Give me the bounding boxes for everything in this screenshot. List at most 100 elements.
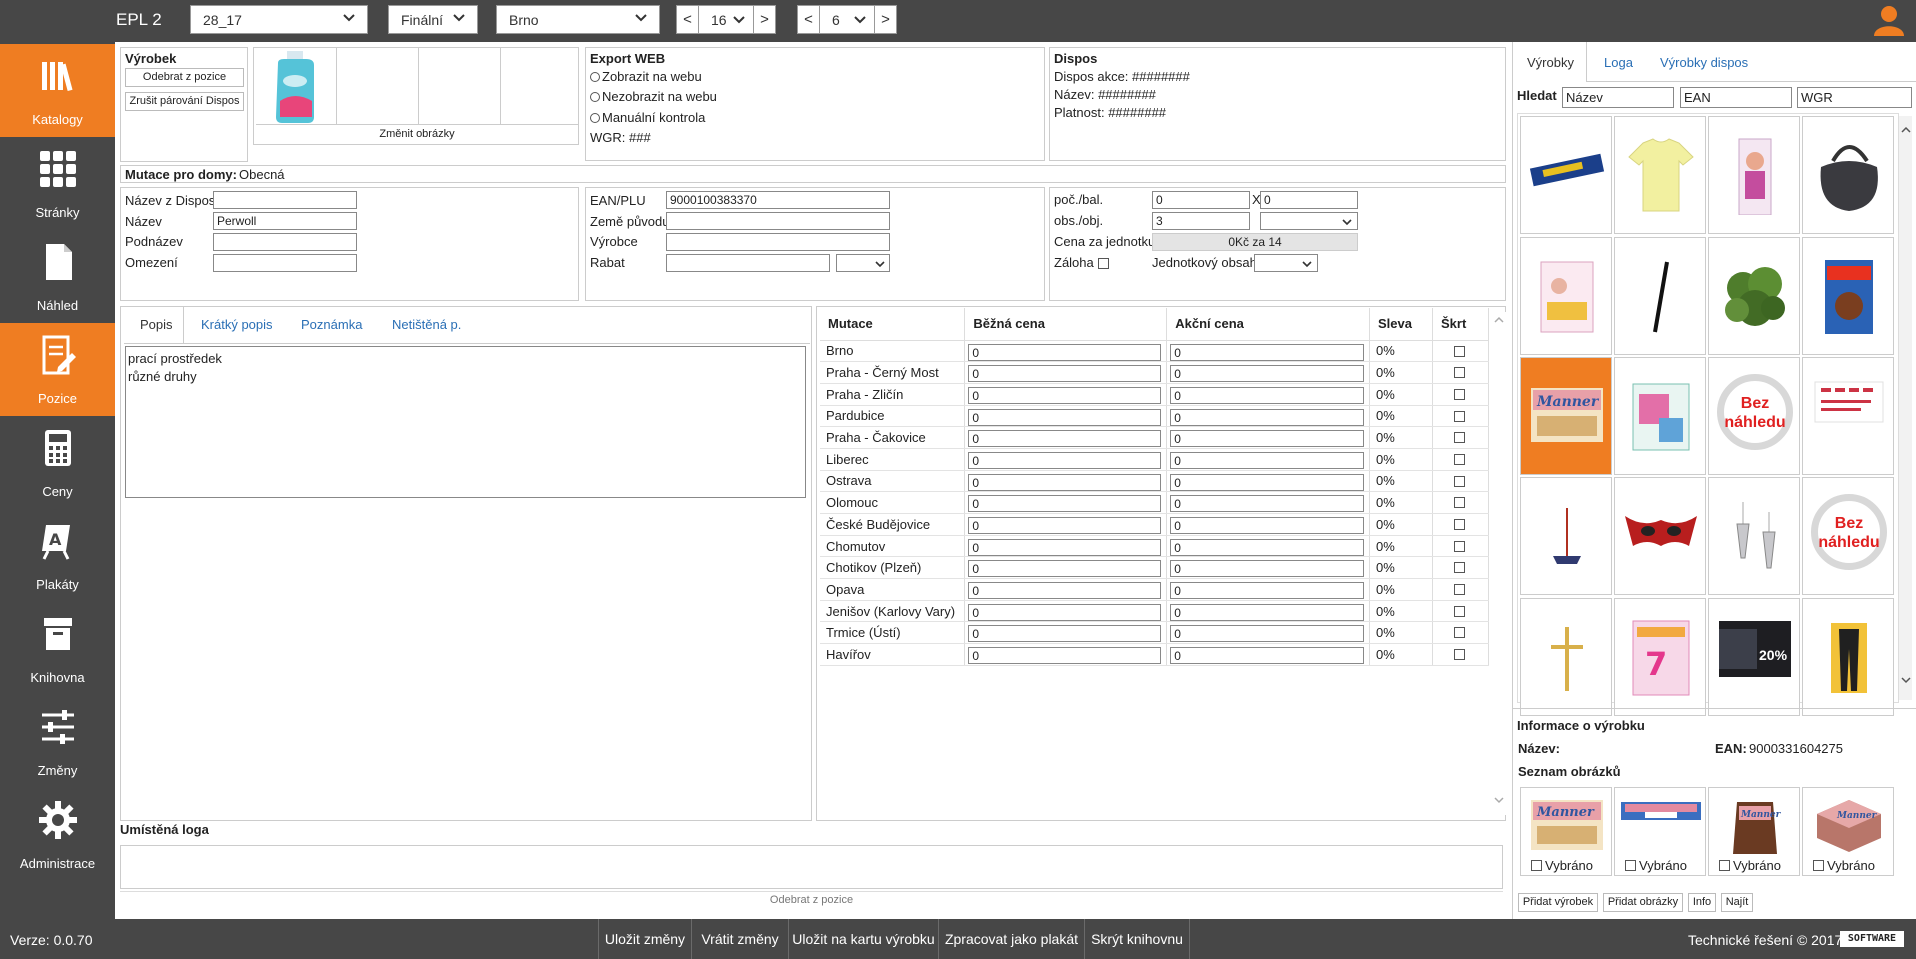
regular-price-input[interactable]: 0 [968,517,1162,534]
regular-price-input[interactable]: 0 [968,582,1162,600]
change-images-button[interactable]: Změnit obrázky [256,124,578,144]
info-button[interactable]: Info [1688,893,1716,912]
tab-loga[interactable]: Loga [1604,55,1633,70]
remove-from-position-button[interactable]: Odebrat z pozice [125,68,244,87]
image-selected-checkbox[interactable]: Vybráno [1531,858,1593,873]
product-grid-item[interactable] [1614,477,1706,595]
regular-price-input[interactable]: 0 [968,430,1162,448]
save-to-product-card-button[interactable]: Uložit na kartu výrobku [788,919,938,959]
pcs-per-pack-input[interactable]: 0 [1152,191,1250,209]
page-prev-button[interactable]: < [676,5,699,34]
position-next-button[interactable]: > [874,5,897,34]
tab-netistena[interactable]: Netištěná p. [392,317,461,332]
state-select[interactable]: Finální [388,5,478,34]
user-icon[interactable] [1872,3,1906,37]
image-list-item[interactable]: Manner Vybráno [1520,787,1612,876]
strike-checkbox[interactable] [1454,410,1465,422]
product-grid-item[interactable] [1802,598,1894,716]
search-ean-input[interactable]: EAN [1680,87,1792,108]
sidebar-item-administrace[interactable]: Administrace [0,788,115,881]
origin-input[interactable] [666,212,890,230]
action-price-input[interactable]: 0 [1170,451,1365,469]
search-wgr-input[interactable]: WGR [1797,87,1912,108]
product-image-slot[interactable] [420,48,501,124]
regular-price-input[interactable]: 0 [968,495,1162,513]
prices-scrollbar[interactable] [1492,312,1506,815]
image-list-item[interactable]: Vybráno [1614,787,1706,876]
sidebar-item-pozice[interactable]: Pozice [0,323,115,416]
remove-logo-button[interactable]: Odebrat z pozice [120,891,1503,906]
cancel-dispos-pairing-button[interactable]: Zrušit párování Dispos [125,92,244,111]
action-price-input[interactable]: 0 [1170,343,1365,361]
product-grid-item[interactable] [1520,116,1612,234]
regular-price-input[interactable]: 0 [968,603,1162,621]
action-price-input[interactable]: 0 [1170,560,1365,578]
sidebar-item-katalogy[interactable]: Katalogy [0,44,115,137]
regular-price-input[interactable]: 0 [968,560,1162,578]
strike-checkbox[interactable] [1454,540,1465,552]
ean-input[interactable]: 9000100383370 [666,191,890,209]
unit-content-select[interactable] [1254,254,1318,272]
regular-price-input[interactable]: 0 [968,473,1162,491]
product-grid-scrollbar[interactable] [1898,116,1912,700]
hide-library-button[interactable]: Skrýt knihovnu [1084,919,1190,959]
product-image-slot[interactable] [256,48,337,124]
action-price-input[interactable]: 0 [1170,582,1365,600]
regular-price-input[interactable]: 0 [968,625,1162,643]
product-grid-item[interactable]: 20% [1708,598,1800,716]
manual-check-radio[interactable]: Manuální kontrola [590,110,705,125]
product-grid-item[interactable]: Bez náhledu [1802,477,1894,595]
regular-price-input[interactable]: 0 [968,538,1162,556]
hide-on-web-radio[interactable]: Nezobrazit na webu [590,89,717,104]
action-price-input[interactable]: 0 [1170,517,1365,534]
revert-changes-button[interactable]: Vrátit změny [691,919,788,959]
regular-price-input[interactable]: 0 [968,386,1162,404]
volume-unit-select[interactable] [1260,212,1358,230]
action-price-input[interactable]: 0 [1170,365,1365,383]
action-price-input[interactable]: 0 [1170,495,1365,513]
strike-checkbox[interactable] [1454,497,1465,509]
image-selected-checkbox[interactable]: Vybráno [1625,858,1687,873]
strike-checkbox[interactable] [1454,475,1465,487]
action-price-input[interactable]: 0 [1170,473,1365,491]
regular-price-input[interactable]: 0 [968,408,1162,426]
action-price-input[interactable]: 0 [1170,408,1365,426]
product-image-slot[interactable] [502,48,580,124]
deposit-checkbox[interactable] [1098,258,1109,269]
catalog-select[interactable]: 28_17 [190,5,368,34]
product-image-slot[interactable] [338,48,419,124]
product-grid-item-selected[interactable]: Manner [1520,357,1612,475]
image-selected-checkbox[interactable]: Vybráno [1813,858,1875,873]
tab-poznamka[interactable]: Poznámka [301,317,362,332]
discount-select[interactable] [836,254,890,272]
product-grid-item[interactable]: Bez náhledu [1708,357,1800,475]
sidebar-item-stranky[interactable]: Stránky [0,137,115,230]
action-price-input[interactable]: 0 [1170,430,1365,448]
strike-checkbox[interactable] [1454,562,1465,574]
image-selected-checkbox[interactable]: Vybráno [1719,858,1781,873]
limit-input[interactable] [213,254,357,272]
pcs-per-pack-input-2[interactable]: 0 [1260,191,1358,209]
strike-checkbox[interactable] [1454,649,1465,661]
find-button[interactable]: Najít [1721,893,1753,912]
action-price-input[interactable]: 0 [1170,538,1365,556]
product-grid-item[interactable]: 7 [1614,598,1706,716]
tab-vyrobky-dispos[interactable]: Výrobky dispos [1660,55,1748,70]
product-grid-item[interactable] [1708,237,1800,355]
product-grid-item[interactable] [1614,116,1706,234]
page-next-button[interactable]: > [753,5,776,34]
description-textarea[interactable]: prací prostředek různé druhy [125,346,806,498]
position-select[interactable]: 6 [819,5,875,34]
tab-popis[interactable]: Popis [140,317,173,332]
product-grid-item[interactable] [1614,237,1706,355]
regular-price-input[interactable]: 0 [968,365,1162,383]
action-price-input[interactable]: 0 [1170,647,1365,665]
position-prev-button[interactable]: < [797,5,820,34]
search-name-input[interactable]: Název [1562,87,1674,108]
product-grid-item[interactable] [1520,237,1612,355]
strike-checkbox[interactable] [1454,605,1465,617]
strike-checkbox[interactable] [1454,453,1465,465]
name-input[interactable]: Perwoll [213,212,357,230]
add-images-button[interactable]: Přidat obrázky [1603,893,1683,912]
product-grid-item[interactable] [1802,237,1894,355]
